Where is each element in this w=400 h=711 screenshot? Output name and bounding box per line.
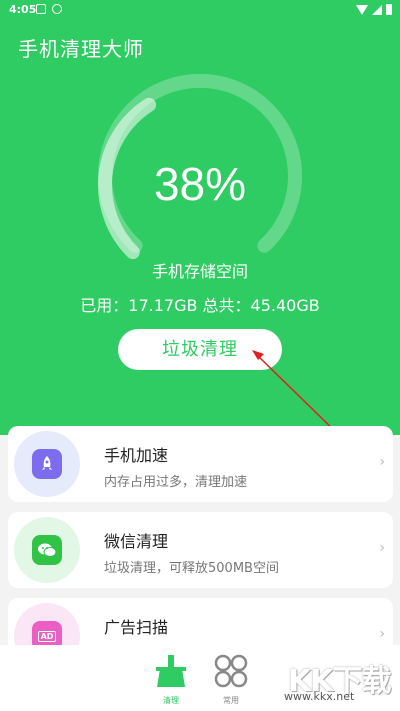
grid-icon [214,654,248,688]
watermark: KK下载 www.kkx.net [280,656,395,706]
watermark-url: www.kkx.net [284,690,355,703]
wifi-icon [356,4,368,15]
card-title: 手机加速 [104,446,169,465]
notification-icon [36,4,46,14]
tab-clean[interactable]: 清理 [146,653,196,706]
status-bar: 4:05 [0,0,400,20]
tab-clean-label: 清理 [163,696,179,705]
chevron-right-icon: › [379,540,385,556]
storage-percent: 38% [153,158,247,210]
card-icon-bg [14,431,80,497]
wechat-icon [32,535,62,565]
card-desc: 垃圾清理，可释放500MB空间 [104,561,279,576]
storage-label: 手机存储空间 [151,262,248,281]
status-time: 4:05 [9,3,37,16]
hero-panel: 手机清理大师 38% 手机存储空间 已用：17.17GB 总共：45.40GB … [0,20,400,435]
ad-icon-label: AD [37,630,57,642]
storage-used-total: 已用：17.17GB 总共：45.40GB [80,296,320,315]
status-system-icons [356,4,392,15]
signal-icon [372,4,382,15]
battery-icon [386,4,392,15]
card-phone-boost[interactable]: 手机加速 内存占用过多，清理加速 › [8,426,393,502]
tab-common-label: 常用 [223,696,239,705]
card-desc: 内存占用过多，清理加速 [104,475,248,490]
chevron-right-icon: › [379,454,385,470]
card-title: 微信清理 [104,532,169,551]
junk-clean-button[interactable]: 垃圾清理 [118,329,282,370]
rocket-icon [32,449,62,479]
storage-gauge [97,73,302,260]
status-notification-icons [36,4,62,14]
card-wechat-clean[interactable]: 微信清理 垃圾清理，可释放500MB空间 › [8,512,393,588]
sync-icon [52,4,62,14]
chevron-right-icon: › [379,626,385,642]
broom-icon [156,655,186,687]
tab-common[interactable]: 常用 [206,653,256,706]
card-icon-bg [14,517,80,583]
card-title: 广告扫描 [104,618,169,637]
